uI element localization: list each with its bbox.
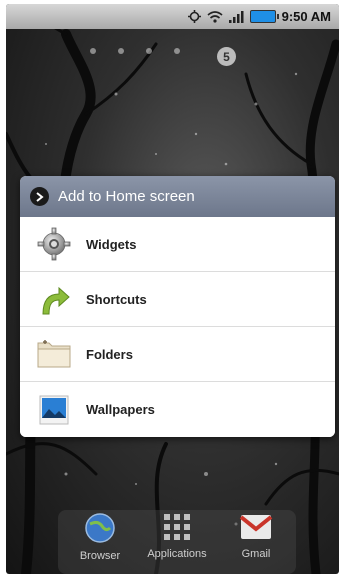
gmail-icon [239, 515, 273, 546]
gear-icon [36, 226, 72, 262]
page-dot [146, 48, 152, 54]
menu-item-folders[interactable]: Folders [20, 327, 335, 382]
signal-icon [228, 10, 244, 23]
menu-item-widgets[interactable]: Widgets [20, 217, 335, 272]
grid-icon [162, 514, 192, 546]
dock-item-applications[interactable]: Applications [137, 512, 217, 560]
status-bar: 9:50 AM [6, 4, 339, 29]
menu-item-wallpapers[interactable]: Wallpapers [20, 382, 335, 437]
dock-label: Applications [147, 548, 207, 560]
dock-item-browser[interactable]: Browser [60, 512, 140, 562]
globe-icon [84, 513, 116, 548]
page-indicator: 5 [217, 47, 236, 66]
gps-icon [187, 10, 201, 23]
dialog-title: Add to Home screen [58, 188, 195, 205]
chevron-right-icon [30, 187, 49, 206]
menu-item-label: Folders [86, 346, 133, 362]
page-dot [90, 48, 96, 54]
arrow-icon [36, 281, 72, 317]
menu-item-shortcuts[interactable]: Shortcuts [20, 272, 335, 327]
dock-label: Browser [79, 550, 121, 562]
dock-item-gmail[interactable]: Gmail [216, 512, 296, 560]
folder-icon [36, 336, 72, 372]
menu-item-label: Widgets [86, 236, 137, 252]
menu-item-label: Shortcuts [86, 291, 147, 307]
home-screen: 9:50 AM 5 Add to Home screen Widgets Sho… [6, 4, 339, 574]
menu-item-label: Wallpapers [86, 402, 155, 417]
picture-icon [36, 392, 72, 428]
page-dots [90, 48, 180, 54]
dock-label: Gmail [241, 548, 271, 560]
add-to-home-dialog: Add to Home screen Widgets Shortcuts Fol… [20, 176, 335, 437]
status-time: 9:50 AM [281, 9, 331, 24]
page-dot [174, 48, 180, 54]
battery-icon [249, 10, 279, 23]
page-dot [118, 48, 124, 54]
dialog-header: Add to Home screen [20, 176, 335, 217]
wifi-icon [207, 10, 223, 23]
